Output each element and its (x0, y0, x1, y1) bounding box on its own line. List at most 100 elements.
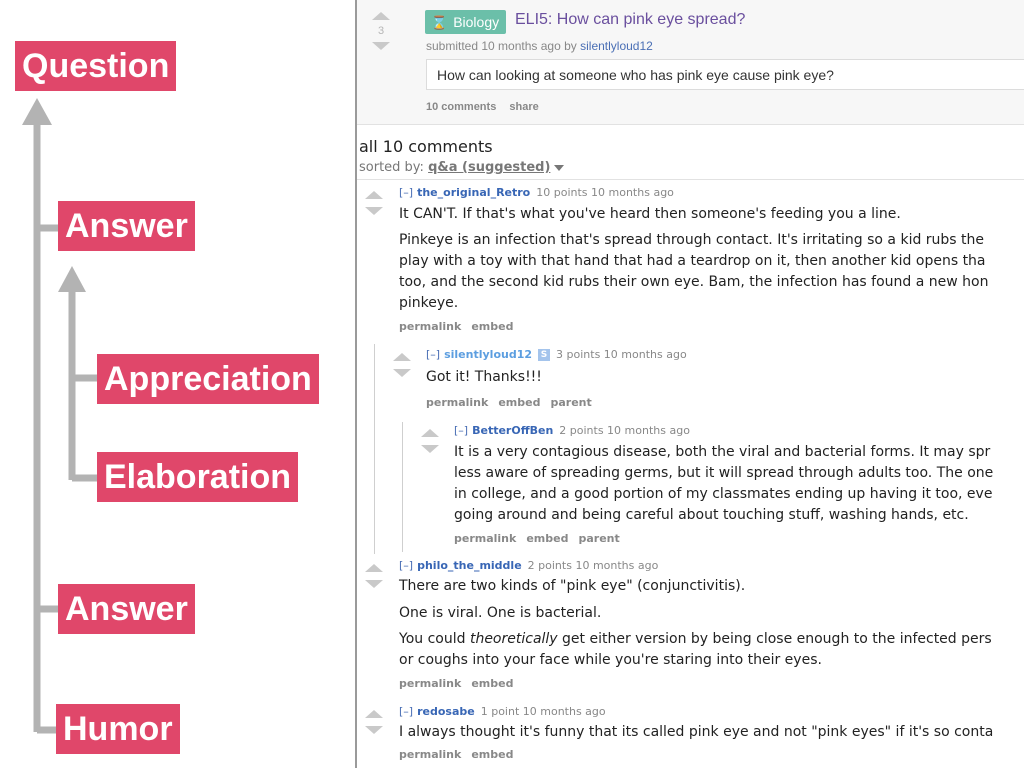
post-score: 3 (377, 25, 385, 37)
comment-philo-the-middle: [–] philo_the_middle 2 points 10 months ag… (399, 559, 992, 690)
reddit-thread: 3 ⌛ Biology ELI5: How can pink eye spread… (357, 0, 1024, 768)
downvote-icon[interactable] (372, 42, 390, 50)
text-span: get either version by being close enough… (562, 631, 992, 647)
permalink-link[interactable]: permalink (426, 396, 488, 409)
downvote-icon[interactable] (365, 580, 383, 588)
upvote-icon[interactable] (365, 191, 383, 199)
comment-betteroffben: [–] BetterOffBen 2 points 10 months ago It… (454, 424, 993, 545)
downvote-icon[interactable] (393, 369, 411, 377)
comment-paragraph: Pinkeye is an infection that's spread th… (399, 232, 985, 248)
permalink-link[interactable]: permalink (399, 320, 461, 333)
upvote-icon[interactable] (365, 564, 383, 572)
comment-author[interactable]: redosabe (417, 705, 475, 718)
collapse-toggle[interactable]: [–] (399, 705, 413, 718)
flair-label: Biology (453, 14, 500, 30)
comment-header: [–] philo_the_middle 2 points 10 months ag… (399, 559, 992, 572)
comment-meta: 2 points 10 months ago (559, 424, 690, 437)
sort-dropdown[interactable]: q&a (suggested) (428, 160, 550, 175)
parent-link[interactable]: parent (550, 396, 591, 409)
comment-actions: permalink embed parent (426, 396, 687, 409)
comment-author[interactable]: silentlyloud12 (444, 348, 532, 361)
comment-header: [–] the_original_Retro 10 points 10 months… (399, 186, 988, 199)
post-actions: 10 comments share (426, 101, 549, 113)
upvote-icon[interactable] (372, 12, 390, 20)
submitted-text: submitted 10 months ago by (426, 39, 577, 53)
post-title[interactable]: ELI5: How can pink eye spread? (515, 11, 745, 29)
comment-paragraph: It is a very contagious disease, both th… (454, 444, 991, 460)
comment-paragraph: It CAN'T. If that's what you've heard th… (399, 206, 901, 222)
embed-link[interactable]: embed (498, 396, 540, 409)
upvote-icon[interactable] (393, 353, 411, 361)
comment-silentlyloud12: [–] silentlyloud12 S 3 points 10 months ago… (426, 348, 687, 409)
comment-paragraph: Got it! Thanks!!! (426, 369, 542, 385)
comment-paragraph: too, and the second kid rubs their own e… (399, 274, 989, 290)
collapse-toggle[interactable]: [–] (454, 424, 468, 437)
downvote-icon[interactable] (365, 726, 383, 734)
comment-paragraph: in college, and a good portion of my cla… (454, 486, 993, 502)
collapse-toggle[interactable]: [–] (426, 348, 440, 361)
comment-meta: 2 points 10 months ago (527, 559, 659, 572)
label-question: Question (15, 41, 177, 91)
comment-paragraph: There are two kinds of "pink eye" (conju… (399, 578, 746, 594)
embed-link[interactable]: embed (471, 320, 513, 333)
comment-paragraph: or coughs into your face while you're st… (399, 652, 822, 668)
comments-link[interactable]: 10 comments (426, 101, 496, 113)
comment-paragraph: One is viral. One is bacterial. (399, 605, 602, 621)
embed-link[interactable]: embed (526, 532, 568, 545)
label-humor: Humor (56, 704, 180, 754)
sort-control: sorted by: q&a (suggested) (359, 160, 565, 175)
label-elaboration: Elaboration (97, 452, 299, 502)
divider (357, 179, 1024, 180)
comment-author[interactable]: philo_the_middle (417, 559, 522, 572)
comment-vote (363, 191, 385, 215)
post-vote: 3 (370, 12, 392, 50)
permalink-link[interactable]: permalink (399, 748, 461, 761)
embed-link[interactable]: embed (471, 677, 513, 690)
comment-actions: permalink embed (399, 677, 992, 690)
downvote-icon[interactable] (365, 207, 383, 215)
comment-header: [–] silentlyloud12 S 3 points 10 months ago (426, 348, 687, 361)
label-answer-2: Answer (58, 584, 195, 634)
comment-body: I always thought it's funny that its cal… (399, 722, 993, 743)
comment-author[interactable]: BetterOffBen (472, 424, 553, 437)
comment-vote (363, 710, 385, 734)
comment-header: [–] redosabe 1 point 10 months ago (399, 705, 993, 718)
comment-actions: permalink embed parent (454, 532, 993, 545)
collapse-toggle[interactable]: [–] (399, 559, 413, 572)
comment-meta: 10 points 10 months ago (536, 186, 674, 199)
emphasis-text: theoretically (469, 631, 558, 647)
permalink-link[interactable]: permalink (454, 532, 516, 545)
thread-line (374, 344, 375, 554)
comment-header: [–] BetterOffBen 2 points 10 months ago (454, 424, 993, 437)
comment-vote (391, 353, 413, 377)
hourglass-icon: ⌛ (431, 15, 448, 30)
comment-the-original-retro: [–] the_original_Retro 10 points 10 months… (399, 186, 988, 333)
sort-label: sorted by: (359, 160, 424, 175)
comment-body: It CAN'T. If that's what you've heard th… (399, 204, 988, 314)
embed-link[interactable]: embed (471, 748, 513, 761)
thread-line (402, 422, 403, 552)
comment-paragraph: pinkeye. (399, 295, 459, 311)
comment-vote (363, 564, 385, 588)
downvote-icon[interactable] (421, 445, 439, 453)
share-link[interactable]: share (509, 101, 538, 113)
chevron-down-icon[interactable] (554, 164, 565, 171)
collapse-toggle[interactable]: [–] (399, 186, 413, 199)
comment-meta: 3 points 10 months ago (556, 348, 687, 361)
comment-paragraph: going around and being careful about tou… (454, 507, 969, 523)
text-span: You could (399, 631, 470, 647)
comment-author[interactable]: the_original_Retro (417, 186, 530, 199)
post-flair[interactable]: ⌛ Biology (425, 10, 507, 34)
post-author-link[interactable]: silentlyloud12 (580, 39, 653, 53)
discourse-label-panel: Question Answer Appreciation Elaboration… (0, 0, 356, 768)
post-meta: submitted 10 months ago by silentlyloud1… (426, 39, 653, 53)
comment-meta: 1 point 10 months ago (480, 705, 606, 718)
parent-link[interactable]: parent (578, 532, 619, 545)
label-appreciation: Appreciation (97, 354, 319, 404)
upvote-icon[interactable] (365, 710, 383, 718)
comment-paragraph: I always thought it's funny that its cal… (399, 724, 994, 740)
comment-paragraph: play with a toy with that hand that had … (399, 253, 986, 269)
upvote-icon[interactable] (421, 429, 439, 437)
comment-actions: permalink embed (399, 748, 993, 761)
permalink-link[interactable]: permalink (399, 677, 461, 690)
